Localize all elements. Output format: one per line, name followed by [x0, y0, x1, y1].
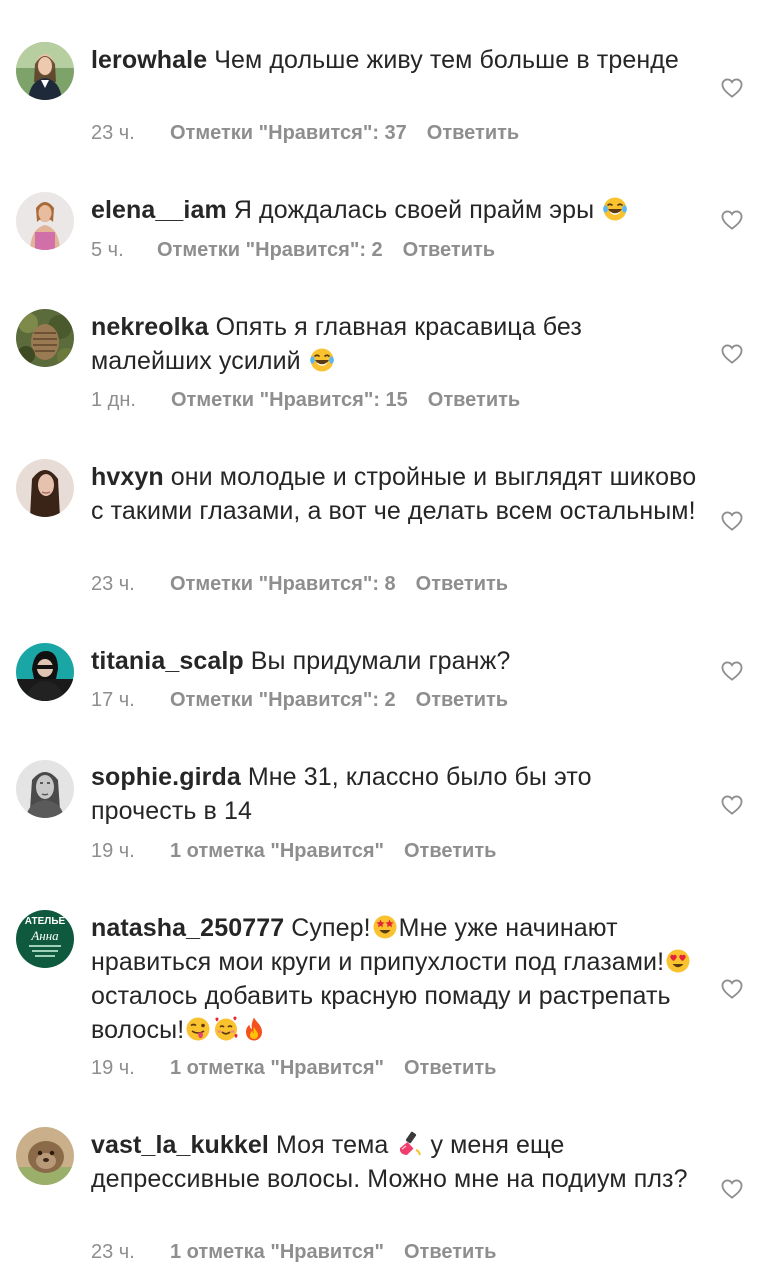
smiling-face-with-heart-eyes-icon: [665, 948, 691, 974]
comment-time: 17 ч.: [91, 689, 135, 711]
reply-button[interactable]: Ответить: [416, 572, 508, 596]
comment-username[interactable]: natasha_250777: [91, 914, 284, 942]
comment-text: natasha_250777 Супер! Мне уже начинают нра…: [91, 911, 701, 1047]
star-struck-face-icon: [372, 914, 398, 940]
comment-meta: 1 дн. Отметки "Нравится": 15 Ответить: [91, 388, 520, 412]
reply-button[interactable]: Ответить: [404, 1056, 496, 1080]
comment-text: sophie.girda Мне 31, классно было бы это …: [91, 760, 701, 828]
comment-text: vast_la_kukkel Моя тема у меня еще депрес…: [91, 1128, 701, 1196]
comment-username[interactable]: hvxyn: [91, 463, 164, 491]
comment-username[interactable]: lerowhale: [91, 46, 207, 74]
comment-meta: 5 ч. Отметки "Нравится": 2 Ответить: [91, 238, 495, 262]
heart-outline-icon[interactable]: [721, 344, 743, 364]
comment-likes-count[interactable]: Отметки "Нравится": 2: [170, 688, 396, 712]
comment-meta: 23 ч. Отметки "Нравится": 37 Ответить: [91, 121, 519, 145]
heart-outline-icon[interactable]: [721, 511, 743, 531]
heart-outline-icon[interactable]: [721, 661, 743, 681]
comment-text: titania_scalp Вы придумали гранж?: [91, 644, 701, 678]
comment-username[interactable]: titania_scalp: [91, 647, 244, 675]
avatar[interactable]: [16, 760, 74, 818]
avatar[interactable]: [16, 192, 74, 250]
avatar[interactable]: [16, 459, 74, 517]
comment-text: elena__iam Я дождалась своей прайм эры: [91, 193, 701, 227]
avatar-brand-text: АТЕЛЬЕ: [25, 916, 66, 927]
reply-button[interactable]: Ответить: [404, 1240, 496, 1264]
comment-time: 23 ч.: [91, 573, 135, 595]
comment-likes-count[interactable]: Отметки "Нравится": 15: [171, 388, 408, 412]
comment-likes-count[interactable]: Отметки "Нравится": 37: [170, 121, 407, 145]
avatar[interactable]: [16, 643, 74, 701]
reply-button[interactable]: Ответить: [428, 388, 520, 412]
comment-text: nekreolka Опять я главная красавица без м…: [91, 310, 701, 378]
comment-likes-count[interactable]: 1 отметка "Нравится": [170, 839, 384, 863]
fire-icon: [241, 1016, 267, 1042]
comment-username[interactable]: elena__iam: [91, 196, 227, 224]
comment-body: Чем дольше живу тем больше в тренде: [214, 46, 679, 74]
face-with-tears-of-joy-icon: [309, 347, 335, 373]
heart-outline-icon[interactable]: [721, 795, 743, 815]
comment-meta: 23 ч. 1 отметка "Нравится" Ответить: [91, 1240, 496, 1264]
comment-username[interactable]: nekreolka: [91, 313, 209, 341]
avatar-brand-script: Анна: [30, 928, 59, 943]
comment-time: 19 ч.: [91, 840, 135, 862]
winking-face-with-tongue-icon: [185, 1016, 211, 1042]
comment-likes-count[interactable]: Отметки "Нравится": 2: [157, 238, 383, 262]
comment-body: Вы придумали гранж?: [250, 647, 511, 675]
heart-outline-icon[interactable]: [721, 979, 743, 999]
comment-likes-count[interactable]: 1 отметка "Нравится": [170, 1056, 384, 1080]
comment-likes-count[interactable]: Отметки "Нравится": 8: [170, 572, 396, 596]
comment-body-part: Супер!: [291, 914, 371, 942]
smiling-face-with-hearts-icon: [213, 1016, 239, 1042]
comment-time: 5 ч.: [91, 239, 124, 261]
comment-meta: 23 ч. Отметки "Нравится": 8 Ответить: [91, 572, 508, 596]
comment-time: 23 ч.: [91, 1241, 135, 1263]
avatar[interactable]: [16, 1127, 74, 1185]
comment-meta: 17 ч. Отметки "Нравится": 2 Ответить: [91, 688, 508, 712]
reply-button[interactable]: Ответить: [416, 688, 508, 712]
comment-likes-count[interactable]: 1 отметка "Нравится": [170, 1240, 384, 1264]
heart-outline-icon[interactable]: [721, 1179, 743, 1199]
avatar[interactable]: [16, 309, 74, 367]
nail-polish-icon: [396, 1131, 422, 1157]
heart-outline-icon[interactable]: [721, 210, 743, 230]
comment-body-part: осталось добавить красную помаду и растр…: [91, 982, 671, 1044]
heart-outline-icon[interactable]: [721, 78, 743, 98]
comment-body: Я дождалась своей прайм эры: [233, 196, 595, 224]
avatar[interactable]: АТЕЛЬЕ Анна: [16, 910, 74, 968]
comment-text: hvxyn они молодые и стройные и выглядят ш…: [91, 460, 701, 528]
comment-time: 1 дн.: [91, 389, 136, 411]
comment-time: 23 ч.: [91, 122, 135, 144]
comment-meta: 19 ч. 1 отметка "Нравится" Ответить: [91, 1056, 496, 1080]
reply-button[interactable]: Ответить: [427, 121, 519, 145]
comment-username[interactable]: vast_la_kukkel: [91, 1131, 269, 1159]
avatar[interactable]: [16, 42, 74, 100]
comment-time: 19 ч.: [91, 1057, 135, 1079]
comment-body: они молодые и стройные и выглядят шиково…: [91, 463, 697, 525]
reply-button[interactable]: Ответить: [404, 839, 496, 863]
comment-text: lerowhale Чем дольше живу тем больше в тр…: [91, 43, 701, 77]
reply-button[interactable]: Ответить: [403, 238, 495, 262]
comment-meta: 19 ч. 1 отметка "Нравится" Ответить: [91, 839, 496, 863]
comment-username[interactable]: sophie.girda: [91, 763, 241, 791]
face-with-tears-of-joy-icon: [602, 196, 628, 222]
comment-body-part: Моя тема: [275, 1131, 389, 1159]
